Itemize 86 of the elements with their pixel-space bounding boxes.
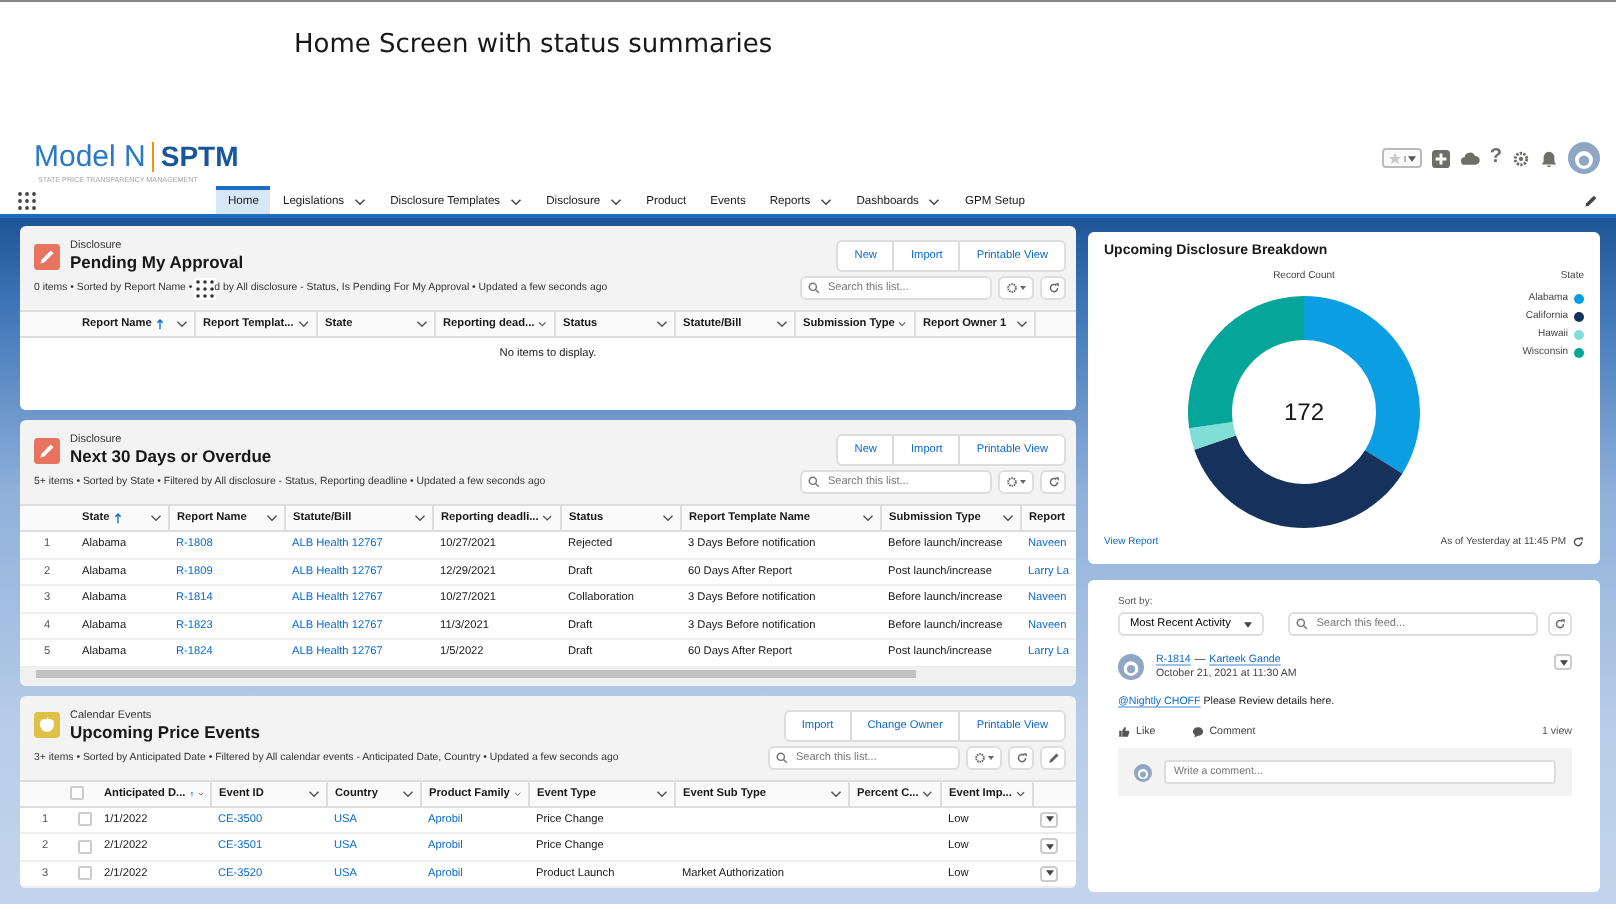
add-icon[interactable] [1431,149,1450,167]
chevron-icon[interactable] [898,320,907,328]
settings-button[interactable] [966,745,1002,769]
settings-button[interactable] [998,470,1034,494]
pencil-icon [1047,751,1059,763]
row-menu-button[interactable] [1040,811,1058,828]
refresh-button[interactable] [1040,276,1066,300]
row-menu-button[interactable] [1040,865,1058,882]
logo-divider [151,141,155,171]
post-menu-button[interactable] [1554,654,1572,670]
checkbox[interactable] [70,786,84,800]
caret-icon [1045,843,1053,850]
chevron-icon[interactable] [1015,789,1025,797]
refresh-icon [1047,476,1059,488]
chevron-icon[interactable] [149,514,161,522]
settings-button[interactable] [998,276,1034,300]
checkbox[interactable] [78,866,92,881]
chevron-icon[interactable] [928,198,941,206]
caret-icon [1020,480,1026,484]
chevron-icon[interactable] [175,320,187,328]
caret-icon [1559,659,1567,665]
pencil-icon[interactable] [1584,193,1598,207]
chevron-icon[interactable] [265,514,277,522]
list-title: Next 30 Days or Overdue [70,446,272,466]
calendar-icon [34,712,60,738]
chevron-icon[interactable] [661,514,673,522]
edit-button[interactable] [1040,745,1066,769]
chevron-icon[interactable] [610,198,623,206]
refresh-icon [1047,282,1059,294]
logo-text: SPTM [160,140,239,172]
refresh-button[interactable] [1040,470,1066,494]
caret-icon [988,755,994,759]
help-icon[interactable]: ? [1489,148,1502,168]
chevron-icon[interactable] [655,320,667,328]
chevron-icon[interactable] [1015,320,1027,328]
favorites-button[interactable] [1381,148,1422,168]
pencil-icon [34,243,60,269]
chevron-icon[interactable] [413,514,425,522]
chevron-icon[interactable] [655,789,667,797]
chevron-icon[interactable] [510,198,523,206]
settings-icon [1006,476,1018,488]
checkbox[interactable] [78,839,92,854]
chevron-icon[interactable] [542,514,553,522]
caret-icon [1020,286,1026,290]
chevron-icon[interactable] [829,789,841,797]
chevron-icon[interactable] [775,320,787,328]
app-launcher-icon[interactable] [18,191,36,209]
chevron-icon[interactable] [922,789,933,797]
list-title: Upcoming Price Events [70,721,260,741]
refresh-button[interactable] [1008,745,1034,769]
chevron-icon[interactable] [415,320,427,328]
logo-text: Model N [34,139,146,173]
caret-icon [1045,870,1053,877]
refresh-icon[interactable] [1572,536,1584,548]
avatar-icon [1118,654,1144,680]
chevron-icon[interactable] [354,198,367,206]
cloud-icon[interactable] [1459,149,1480,167]
caret-icon [1244,621,1253,627]
chevron-icon[interactable] [297,320,309,328]
settings-icon [1006,282,1018,294]
chevron-icon[interactable] [1001,514,1013,522]
caret-icon [1045,816,1053,823]
pencil-icon [34,437,60,463]
grid-icon [194,277,217,299]
refresh-icon [1015,751,1027,763]
chevron-icon[interactable] [861,514,873,522]
settings-icon [974,751,986,763]
checkbox[interactable] [78,812,92,827]
refresh-button[interactable] [1548,612,1572,636]
speech-bubble-icon [1191,726,1204,738]
row-menu-button[interactable] [1040,838,1058,855]
refresh-icon [1554,618,1567,630]
chevron-icon[interactable] [307,789,319,797]
caret-icon [1403,155,1416,161]
chevron-icon[interactable] [513,789,521,797]
avatar-icon [1134,763,1152,781]
list-title: Pending My Approval [70,252,244,272]
star-icon [1387,151,1402,165]
chevron-icon[interactable] [401,789,413,797]
screenshot-caption: Home Screen with status summaries [294,30,773,60]
chevron-icon[interactable] [820,198,833,206]
thumbs-up-icon [1118,726,1130,738]
bell-icon[interactable] [1540,149,1558,167]
chevron-icon[interactable] [538,320,547,328]
settings-icon[interactable] [1512,149,1530,167]
chart-total: 172 [1283,398,1325,426]
